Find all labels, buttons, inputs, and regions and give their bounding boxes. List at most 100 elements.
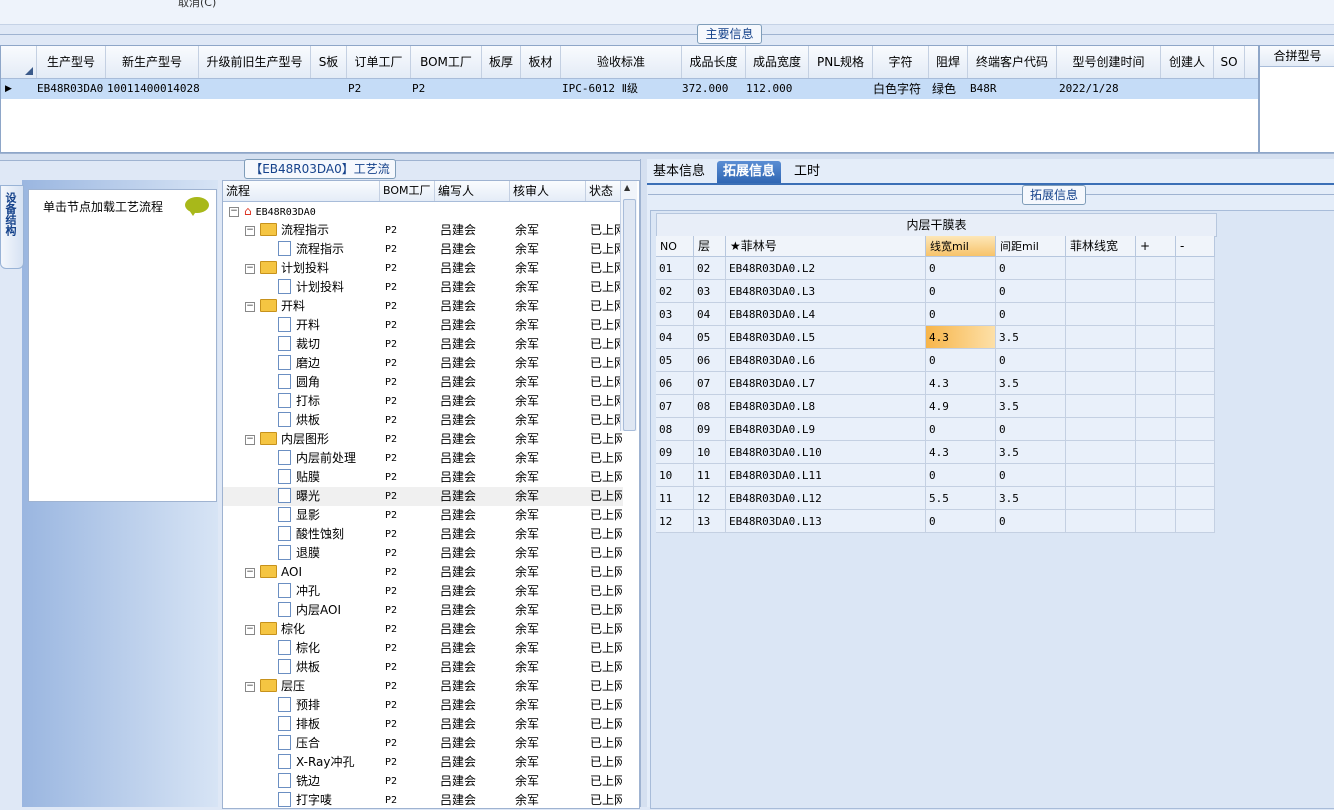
col-width[interactable]: 成品宽度 — [746, 46, 809, 78]
col-status[interactable]: 状态 — [586, 181, 623, 201]
tree-row[interactable]: 开料 P2 吕建会 余军 已上网 — [223, 316, 623, 335]
cell-remove[interactable] — [1176, 280, 1215, 303]
cell-add[interactable] — [1136, 464, 1176, 487]
table-row[interactable]: ▶ EB48R03DA0 10011400014028 P2 P2 IPC-60… — [1, 79, 1258, 99]
cell-film-no[interactable]: EB48R03DA0.L2 — [726, 257, 926, 280]
col-film-width[interactable]: 菲林线宽 — [1066, 236, 1136, 257]
cell-spacing[interactable]: 0 — [996, 349, 1066, 372]
col-pnl[interactable]: PNL规格 — [809, 46, 873, 78]
cell-add[interactable] — [1136, 372, 1176, 395]
cell-add[interactable] — [1136, 395, 1176, 418]
col-solder[interactable]: 阻焊 — [929, 46, 968, 78]
cell-film-width[interactable] — [1066, 349, 1136, 372]
tree-row[interactable]: 曝光 P2 吕建会 余军 已上网 — [223, 487, 623, 506]
cell-line-width[interactable]: 0 — [926, 510, 996, 533]
cell-film-width[interactable] — [1066, 510, 1136, 533]
expand-collapse-icon[interactable]: − — [245, 568, 255, 578]
tree-row[interactable]: − 流程指示 P2 吕建会 余军 已上网 — [223, 221, 623, 240]
cell-film-no[interactable]: EB48R03DA0.L10 — [726, 441, 926, 464]
scroll-thumb[interactable] — [623, 199, 636, 431]
remove-row-button[interactable]: - — [1176, 236, 1215, 257]
cell-spacing[interactable]: 3.5 — [996, 326, 1066, 349]
col-standard[interactable]: 验收标准 — [561, 46, 682, 78]
table-row[interactable]: 11 12 EB48R03DA0.L12 5.5 3.5 — [656, 487, 1215, 510]
col-customer[interactable]: 终端客户代码 — [968, 46, 1057, 78]
cell-layer[interactable]: 12 — [694, 487, 726, 510]
table-row[interactable]: 06 07 EB48R03DA0.L7 4.3 3.5 — [656, 372, 1215, 395]
tree-row[interactable]: − 计划投料 P2 吕建会 余军 已上网 — [223, 259, 623, 278]
cell-layer[interactable]: 11 — [694, 464, 726, 487]
tree-row[interactable]: 显影 P2 吕建会 余军 已上网 — [223, 506, 623, 525]
cell-spacing[interactable]: 0 — [996, 510, 1066, 533]
cell-film-width[interactable] — [1066, 395, 1136, 418]
cell-layer[interactable]: 07 — [694, 372, 726, 395]
cell-layer[interactable]: 13 — [694, 510, 726, 533]
cell-line-width[interactable]: 4.3 — [926, 372, 996, 395]
expand-collapse-icon[interactable]: − — [245, 682, 255, 692]
col-prod-model[interactable]: 生产型号 — [37, 46, 106, 78]
cell-spacing[interactable]: 3.5 — [996, 441, 1066, 464]
tree-row[interactable]: 打字唛 P2 吕建会 余军 已上网 — [223, 791, 623, 810]
table-row[interactable]: 04 05 EB48R03DA0.L5 4.3 3.5 — [656, 326, 1215, 349]
cell-add[interactable] — [1136, 441, 1176, 464]
cut-off-toolbar-text[interactable]: 取消(C) — [178, 0, 216, 10]
cell-spacing[interactable]: 3.5 — [996, 487, 1066, 510]
cell-no[interactable]: 12 — [656, 510, 694, 533]
cell-layer[interactable]: 08 — [694, 395, 726, 418]
tree-row[interactable]: 计划投料 P2 吕建会 余军 已上网 — [223, 278, 623, 297]
cell-add[interactable] — [1136, 303, 1176, 326]
equipment-structure-tab[interactable]: 设备结构 — [0, 185, 24, 269]
tree-row[interactable]: − 开料 P2 吕建会 余军 已上网 — [223, 297, 623, 316]
tree-row[interactable]: 打标 P2 吕建会 余军 已上网 — [223, 392, 623, 411]
cell-no[interactable]: 05 — [656, 349, 694, 372]
tree-row[interactable]: 内层AOI P2 吕建会 余军 已上网 — [223, 601, 623, 620]
cell-remove[interactable] — [1176, 441, 1215, 464]
tree-row[interactable]: − 棕化 P2 吕建会 余军 已上网 — [223, 620, 623, 639]
cell-add[interactable] — [1136, 487, 1176, 510]
cell-spacing[interactable]: 3.5 — [996, 372, 1066, 395]
cell-remove[interactable] — [1176, 326, 1215, 349]
col-material[interactable]: 板材 — [521, 46, 561, 78]
expand-collapse-icon[interactable]: − — [245, 226, 255, 236]
merge-model-header[interactable]: 合拼型号 — [1260, 46, 1334, 67]
cell-no[interactable]: 07 — [656, 395, 694, 418]
tree-row[interactable]: X-Ray冲孔 P2 吕建会 余军 已上网 — [223, 753, 623, 772]
cell-remove[interactable] — [1176, 395, 1215, 418]
col-length[interactable]: 成品长度 — [682, 46, 746, 78]
cell-film-no[interactable]: EB48R03DA0.L5 — [726, 326, 926, 349]
cell-film-width[interactable] — [1066, 464, 1136, 487]
cell-film-no[interactable]: EB48R03DA0.L3 — [726, 280, 926, 303]
cell-film-no[interactable]: EB48R03DA0.L6 — [726, 349, 926, 372]
cell-remove[interactable] — [1176, 487, 1215, 510]
cell-add[interactable] — [1136, 257, 1176, 280]
cell-spacing[interactable]: 0 — [996, 418, 1066, 441]
tree-row[interactable]: 冲孔 P2 吕建会 余军 已上网 — [223, 582, 623, 601]
table-row[interactable]: 09 10 EB48R03DA0.L10 4.3 3.5 — [656, 441, 1215, 464]
cell-remove[interactable] — [1176, 372, 1215, 395]
table-row[interactable]: 08 09 EB48R03DA0.L9 0 0 — [656, 418, 1215, 441]
tree-row[interactable]: 裁切 P2 吕建会 余军 已上网 — [223, 335, 623, 354]
tree-row[interactable]: 棕化 P2 吕建会 余军 已上网 — [223, 639, 623, 658]
tree-row[interactable]: 流程指示 P2 吕建会 余军 已上网 — [223, 240, 623, 259]
cell-line-width[interactable]: 0 — [926, 280, 996, 303]
cell-add[interactable] — [1136, 349, 1176, 372]
cell-add[interactable] — [1136, 280, 1176, 303]
tree-row[interactable]: 酸性蚀刻 P2 吕建会 余军 已上网 — [223, 525, 623, 544]
col-so[interactable]: SO — [1214, 46, 1245, 78]
cell-no[interactable]: 09 — [656, 441, 694, 464]
cell-film-width[interactable] — [1066, 441, 1136, 464]
cell-line-width[interactable]: 0 — [926, 349, 996, 372]
table-row[interactable]: 02 03 EB48R03DA0.L3 0 0 — [656, 280, 1215, 303]
cell-film-no[interactable]: EB48R03DA0.L7 — [726, 372, 926, 395]
flow-tree-scrollbar[interactable]: ▲ — [620, 181, 637, 431]
col-no[interactable]: NO — [656, 236, 694, 257]
cell-line-width[interactable]: 0 — [926, 464, 996, 487]
tree-row[interactable]: − 层压 P2 吕建会 余军 已上网 — [223, 677, 623, 696]
cell-remove[interactable] — [1176, 349, 1215, 372]
tree-row[interactable]: 烘板 P2 吕建会 余军 已上网 — [223, 658, 623, 677]
col-char[interactable]: 字符 — [873, 46, 929, 78]
cell-film-width[interactable] — [1066, 487, 1136, 510]
cell-film-no[interactable]: EB48R03DA0.L9 — [726, 418, 926, 441]
cell-no[interactable]: 04 — [656, 326, 694, 349]
tree-row[interactable]: 铣边 P2 吕建会 余军 已上网 — [223, 772, 623, 791]
